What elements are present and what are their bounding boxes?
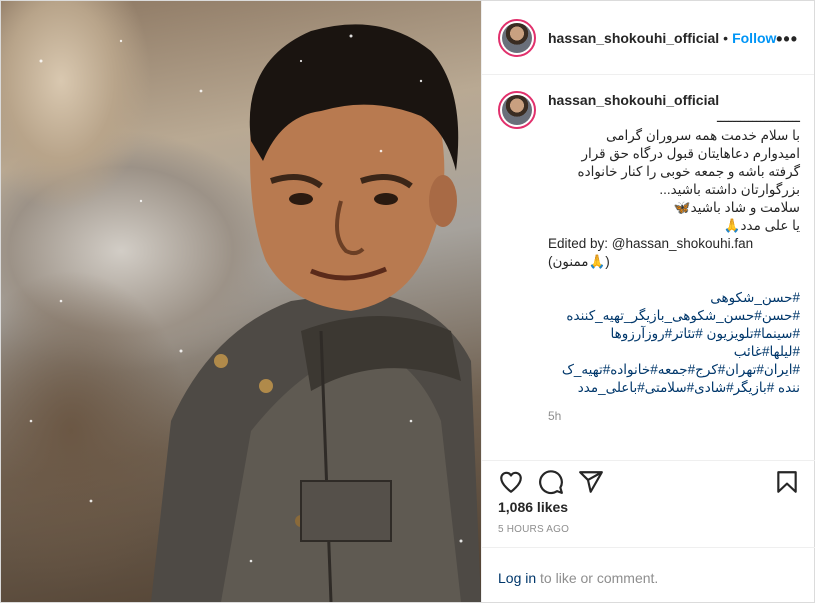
action-bar	[482, 460, 815, 500]
caption-line: با سلام خدمت همه سروران گرامی	[605, 128, 800, 143]
caption-avatar[interactable]	[498, 91, 536, 129]
hashtag-line[interactable]: #حسن_شکوهی	[548, 289, 800, 307]
caption-gap	[548, 271, 800, 289]
separator-dot: •	[723, 29, 729, 46]
caption-time[interactable]: 5h	[548, 407, 800, 425]
caption-line: ـــــــــــــــــــــ	[716, 110, 800, 125]
caption-text: ـــــــــــــــــــــ با سلام خدمت همه سر…	[548, 109, 800, 271]
hashtag-line[interactable]: #حسن#حسن_شکوهی_بازیگر_تهیه_کننده	[548, 307, 800, 325]
hashtag-line[interactable]: ننده #بازیگر#شادی#سلامتی#باعلی_مدد	[548, 379, 800, 397]
avatar-image	[502, 95, 532, 125]
hashtag-line[interactable]: #لیلها#غائب	[548, 343, 800, 361]
post-header: hassan_shokouhi_official • Follow •••	[482, 1, 814, 75]
caption-line: Edited by: @hassan_shokouhi.fan	[548, 236, 754, 251]
heart-icon[interactable]	[498, 469, 524, 495]
share-icon[interactable]	[578, 469, 604, 495]
caption: hassan_shokouhi_official ـــــــــــــــ…	[498, 91, 800, 425]
caption-line: (ممنون🙏)	[548, 254, 610, 269]
portrait-illustration	[29, 24, 481, 602]
caption-username[interactable]: hassan_shokouhi_official	[548, 91, 800, 109]
post-panel: hassan_shokouhi_official • Follow ••• ha…	[481, 1, 815, 602]
login-text: to like or comment.	[536, 570, 659, 586]
bookmark-icon[interactable]	[774, 469, 800, 495]
login-prompt: Log in to like or comment.	[482, 547, 815, 602]
more-options-icon[interactable]: •••	[776, 29, 798, 50]
comments-section[interactable]: hassan_shokouhi_official ـــــــــــــــ…	[482, 75, 815, 460]
login-link[interactable]: Log in	[498, 570, 536, 586]
caption-line: سلامت و شاد باشید🦋	[673, 200, 800, 215]
avatar[interactable]	[498, 18, 536, 57]
caption-body: hassan_shokouhi_official ـــــــــــــــ…	[548, 91, 800, 425]
caption-hashtags: #حسن_شکوهی #حسن#حسن_شکوهی_بازیگر_تهیه_کنن…	[548, 289, 800, 397]
instagram-post: hassan_shokouhi_official • Follow ••• ha…	[0, 0, 815, 603]
caption-line: گرفته باشه و جمعه خوبی را کنار خانواده	[577, 164, 801, 179]
post-time[interactable]: 5 HOURS AGO	[498, 524, 569, 535]
comment-icon[interactable]	[538, 469, 564, 495]
hashtag-line[interactable]: #سینما#تلویزیون #تئاتر#روزآرزوها	[548, 325, 800, 343]
hashtag-line[interactable]: #ایران#تهران#کرج#جمعه#خانواده#تهیه_ک	[548, 361, 800, 379]
header-username[interactable]: hassan_shokouhi_official	[548, 30, 719, 46]
post-photo[interactable]	[1, 1, 481, 602]
avatar-image	[502, 22, 532, 53]
follow-button[interactable]: Follow	[732, 30, 776, 46]
caption-line: یا علی مدد🙏	[723, 218, 800, 233]
caption-line: بزرگوارتان داشته باشید...	[659, 182, 800, 197]
likes-count[interactable]: 1,086 likes	[498, 499, 568, 515]
caption-line: امیدوارم دعاهایتان قبول درگاه حق قرار	[581, 146, 800, 161]
